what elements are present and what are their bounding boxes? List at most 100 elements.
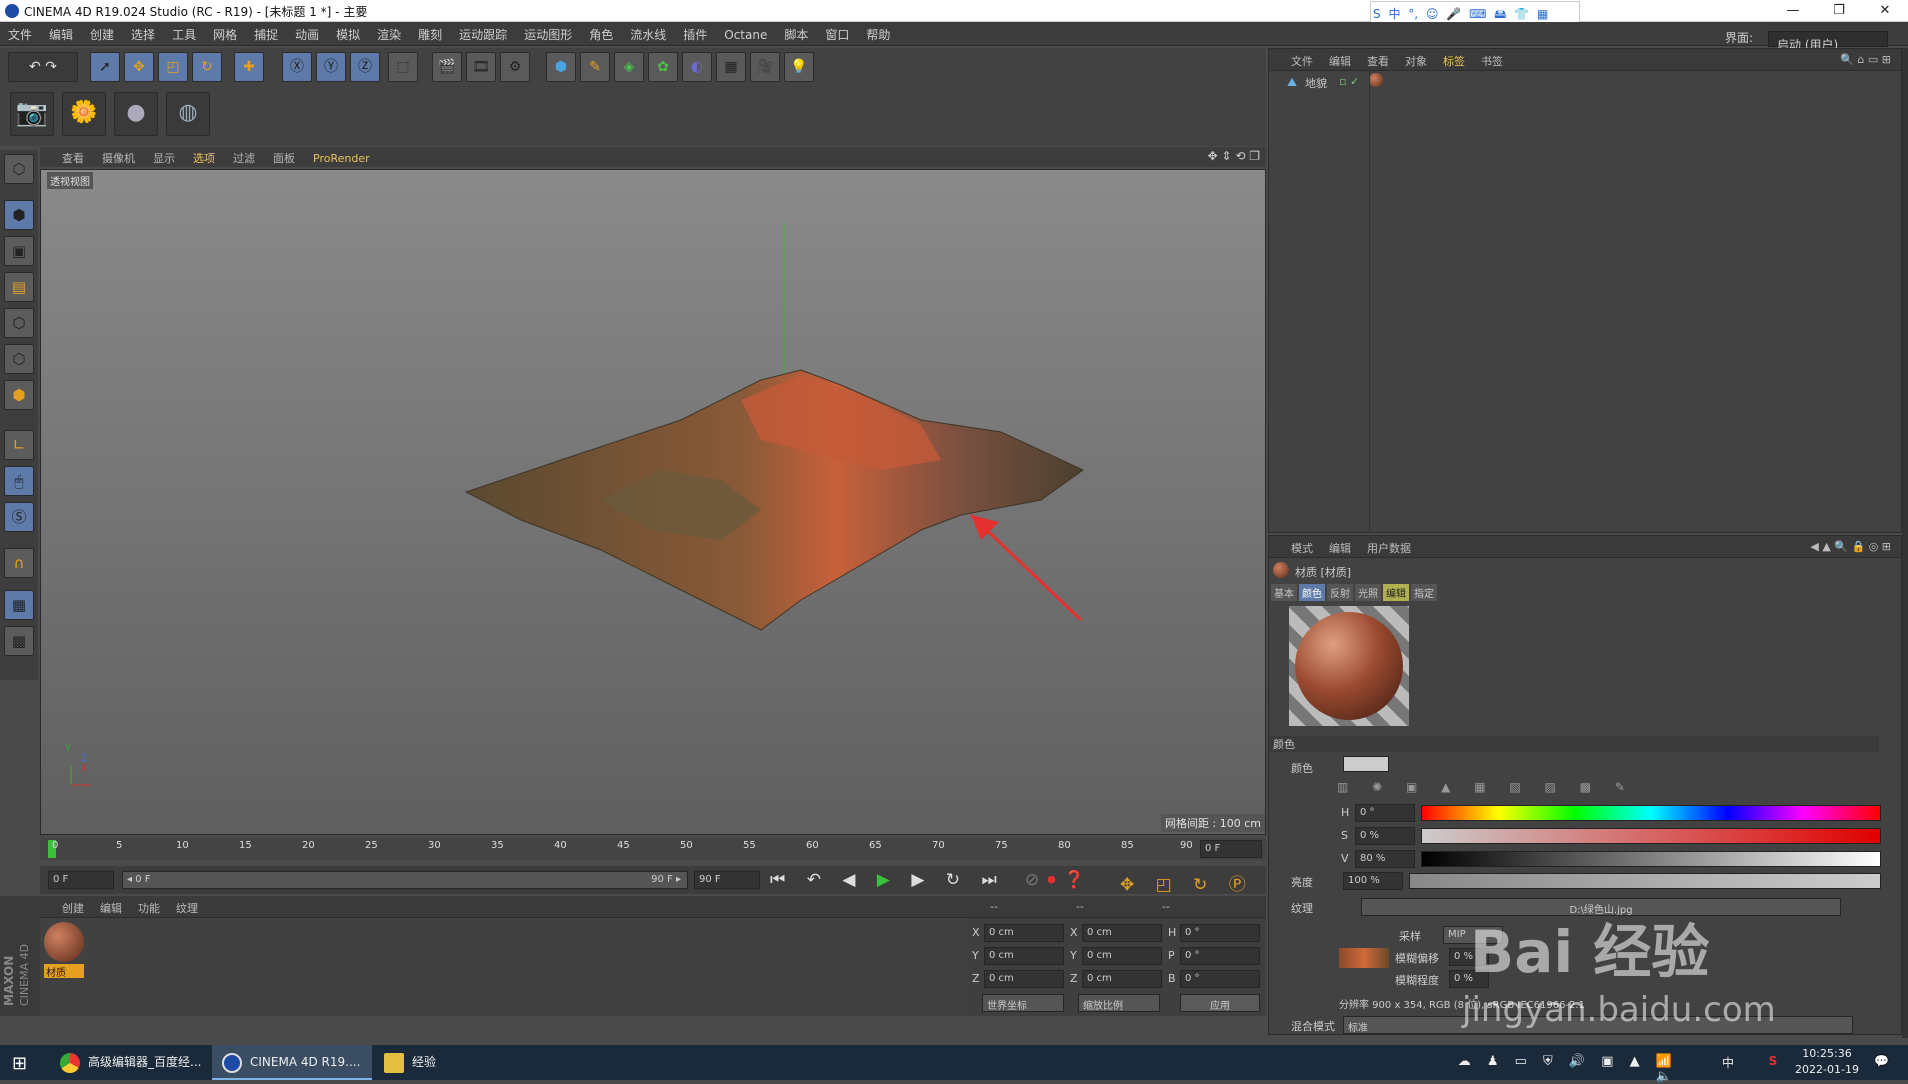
transform-tool-icon[interactable]: ✚ (234, 52, 264, 82)
ime-item[interactable]: ▦ (1537, 7, 1548, 21)
tab-color[interactable]: 颜色 (1299, 584, 1325, 601)
axis-mode-icon[interactable]: ∟ (4, 430, 34, 460)
menu-plugins[interactable]: 插件 (675, 22, 716, 43)
position-x-field[interactable]: 0 cm (984, 924, 1064, 942)
ime-item[interactable]: S (1373, 7, 1381, 21)
menu-character[interactable]: 角色 (581, 22, 622, 43)
octane-render-icon[interactable]: 🌼 (62, 92, 106, 136)
menu-simulate[interactable]: 模拟 (328, 22, 369, 43)
workplane-icon[interactable]: ▤ (4, 272, 34, 302)
light-icon[interactable]: 💡 (784, 52, 814, 82)
material-sphere-icon[interactable]: ● (114, 92, 158, 136)
right-scrollbar[interactable] (1902, 48, 1908, 1038)
planar-workplane-icon[interactable]: ▩ (4, 626, 34, 656)
task-explorer[interactable]: 经验 (374, 1045, 524, 1080)
clock-date[interactable]: 2022-01-19 (1792, 1063, 1862, 1076)
hue-field[interactable]: 0 ° (1355, 804, 1415, 822)
subdivision-surface-icon[interactable]: ◈ (614, 52, 644, 82)
camera-icon[interactable]: 🎥 (750, 52, 780, 82)
attr-menu-mode[interactable]: 模式 (1269, 536, 1321, 556)
mat-menu-edit[interactable]: 编辑 (92, 896, 130, 916)
snap-icon[interactable]: ∩ (4, 548, 34, 578)
sogou-tray-icon[interactable]: S (1758, 1054, 1788, 1068)
menu-window[interactable]: 窗口 (817, 22, 858, 43)
mat-menu-texture[interactable]: 纹理 (168, 896, 206, 916)
visibility-check-icon[interactable]: ▫ ✓ (1339, 75, 1359, 88)
viewport-menu-panel[interactable]: 面板 (264, 147, 304, 166)
tweak-mode-icon[interactable]: 🖱 (4, 466, 34, 496)
current-frame-field[interactable]: 0 F (1200, 840, 1262, 858)
object-row-terrain[interactable]: ⛰ 地貌 ▫ ✓ (1273, 73, 1893, 91)
size-z-field[interactable]: 0 cm (1082, 970, 1162, 988)
value-slider[interactable] (1421, 851, 1881, 867)
value-field[interactable]: 80 % (1355, 850, 1415, 868)
scale-tool-icon[interactable]: ◰ (158, 52, 188, 82)
edges-mode-icon[interactable]: ⬡ (4, 344, 34, 374)
texture-mode-icon[interactable]: ▣ (4, 236, 34, 266)
solo-icon[interactable]: Ⓢ (4, 502, 34, 532)
size-y-field[interactable]: 0 cm (1082, 947, 1162, 965)
hue-slider[interactable] (1421, 805, 1881, 821)
attr-nav-icons[interactable]: ◀ ▲ 🔍 🔒 ◎ ⊞ (1810, 540, 1891, 553)
menu-mesh[interactable]: 网格 (205, 22, 246, 43)
saturation-field[interactable]: 0 % (1355, 827, 1415, 845)
saturation-slider[interactable] (1421, 828, 1881, 844)
rotation-h-field[interactable]: 0 ° (1180, 924, 1260, 942)
ime-item[interactable]: 🎤 (1446, 7, 1461, 21)
attr-menu-edit[interactable]: 编辑 (1321, 536, 1359, 556)
menu-mograph[interactable]: 运动图形 (516, 22, 581, 43)
viewport-menu-cameras[interactable]: 摄像机 (93, 147, 144, 166)
render-settings-icon[interactable]: ⚙ (500, 52, 530, 82)
keyframe-controls[interactable]: ⊘⏺❓ (1025, 870, 1093, 890)
menu-motion-tracker[interactable]: 运动跟踪 (451, 22, 516, 43)
task-cinema4d[interactable]: CINEMA 4D R19.... (212, 1045, 372, 1080)
close-button[interactable]: ✕ (1862, 0, 1908, 22)
render-to-picture-viewer-icon[interactable]: 🎞 (466, 52, 496, 82)
perspective-viewport[interactable]: 透视视图 Y Z X 网格间距 : 100 cm (40, 169, 1266, 835)
ime-item[interactable]: ⌨ (1469, 7, 1486, 21)
coordinate-system-icon[interactable]: ⬚ (388, 52, 418, 82)
viewport-nav-icons[interactable]: ✥ ⇕ ⟲ ❐ (1208, 149, 1260, 163)
attr-menu-userdata[interactable]: 用户数据 (1359, 536, 1419, 556)
obj-menu-edit[interactable]: 编辑 (1321, 49, 1359, 69)
ime-item[interactable]: ☺ (1426, 7, 1439, 21)
position-y-field[interactable]: 0 cm (984, 947, 1064, 965)
task-chrome[interactable]: 高级编辑器_百度经... (50, 1045, 210, 1080)
cloner-icon[interactable]: ✿ (648, 52, 678, 82)
material-tag-icon[interactable] (1369, 73, 1383, 87)
z-axis-lock-icon[interactable]: Ⓩ (350, 52, 380, 82)
x-axis-lock-icon[interactable]: Ⓧ (282, 52, 312, 82)
pen-spline-icon[interactable]: ✎ (580, 52, 610, 82)
size-x-field[interactable]: 0 cm (1082, 924, 1162, 942)
mat-menu-create[interactable]: 创建 (40, 896, 92, 916)
windows-start-icon[interactable]: ⊞ (12, 1053, 27, 1074)
ime-item[interactable]: 👕 (1514, 7, 1529, 21)
viewport-menu-filter[interactable]: 过滤 (224, 147, 264, 166)
polygons-mode-icon[interactable]: ⬢ (4, 380, 34, 410)
obj-search-icons[interactable]: 🔍 ⌂ ▭ ⊞ (1840, 53, 1891, 66)
menu-snap[interactable]: 捕捉 (246, 22, 287, 43)
make-editable-icon[interactable]: ⬡ (4, 154, 34, 184)
clock-time[interactable]: 10:25:36 (1792, 1047, 1862, 1060)
menu-edit[interactable]: 编辑 (41, 22, 82, 43)
layout-dropdown[interactable]: 启动 (用户) (1768, 31, 1888, 52)
menu-render[interactable]: 渲染 (369, 22, 410, 43)
menu-animate[interactable]: 动画 (287, 22, 328, 43)
color-picker-modes[interactable]: ▥ ✺ ▣ ▲ ▦ ▧ ▨ ▩ ✎ (1337, 780, 1635, 794)
render-view-icon[interactable]: 🎬 (432, 52, 462, 82)
menu-help[interactable]: 帮助 (858, 22, 899, 43)
menu-create[interactable]: 创建 (82, 22, 123, 43)
model-mode-icon[interactable]: ⬢ (4, 200, 34, 230)
viewport-menu-prorender[interactable]: ProRender (304, 149, 379, 165)
material-name[interactable]: 材质 (44, 964, 84, 979)
brightness-slider[interactable] (1409, 873, 1881, 889)
lock-workplane-icon[interactable]: ▦ (4, 590, 34, 620)
menu-script[interactable]: 脚本 (776, 22, 817, 43)
layout-selector[interactable]: 界面: 启动 (用户) (1717, 25, 1888, 52)
apply-button[interactable]: 应用 (1180, 994, 1260, 1012)
world-coordinates-dropdown[interactable]: 世界坐标 (982, 994, 1064, 1012)
viewport-menu-display[interactable]: 显示 (144, 147, 184, 166)
color-swatch[interactable] (1343, 756, 1389, 772)
tab-editor[interactable]: 编辑 (1383, 584, 1409, 601)
menu-sculpt[interactable]: 雕刻 (410, 22, 451, 43)
